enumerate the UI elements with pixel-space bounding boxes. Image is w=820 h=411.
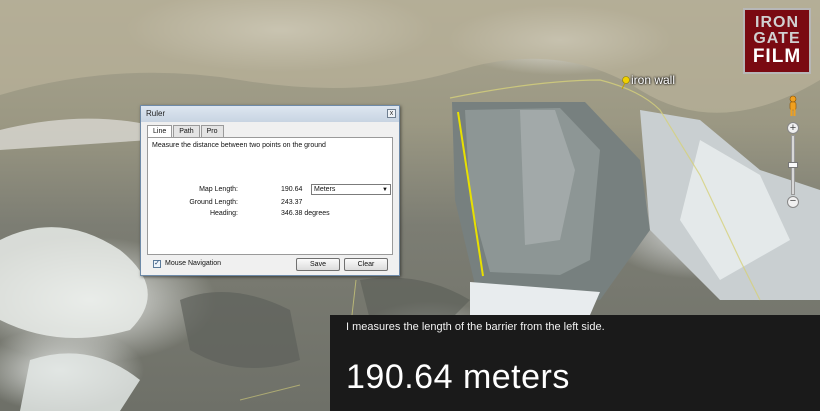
chevron-down-icon: ▼ [382,187,388,193]
ruler-description: Measure the distance between two points … [152,142,326,149]
clear-button[interactable]: Clear [344,258,388,271]
logo-line-3: FILM [752,46,802,67]
ruler-dialog: Ruler x Line Path Pro Measure the distan… [140,105,400,276]
caption-headline: 190.64 meters [346,358,570,396]
map-length-value: 190.64 [281,186,303,193]
zoom-out-button[interactable]: − [787,196,799,208]
logo-line-1: IRON [755,14,799,31]
units-selected-value: Meters [314,186,336,193]
zoom-in-button[interactable]: + [787,122,799,134]
tab-pro[interactable]: Pro [200,125,224,137]
close-button[interactable]: x [387,109,396,118]
pushpin-icon[interactable] [620,76,630,90]
tab-path[interactable]: Path [173,125,200,137]
ruler-line-panel: Measure the distance between two points … [147,137,393,255]
caption-overlay: I measures the length of the barrier fro… [330,315,820,411]
caption-subtitle: I measures the length of the barrier fro… [346,321,605,333]
mouse-navigation-label: Mouse Navigation [165,260,222,267]
heading-value: 346.38 degrees [281,210,330,217]
save-button[interactable]: Save [296,258,340,271]
ruler-tabs: Line Path Pro [147,125,225,138]
ruler-title: Ruler [146,109,166,118]
units-select[interactable]: Meters ▼ [311,184,391,195]
placemark-label[interactable]: iron wall [631,73,675,87]
heading-label: Heading: [209,210,238,217]
map-length-label: Map Length: [199,186,238,193]
logo-line-2: GATE [753,30,801,47]
ruler-titlebar[interactable]: Ruler x [141,106,399,122]
ground-length-label: Ground Length: [189,199,238,206]
iron-gate-film-logo: IRON GATE FILM [743,8,811,74]
zoom-slider-thumb[interactable] [788,162,798,168]
street-view-person-icon[interactable] [786,95,800,117]
mouse-navigation-checkbox[interactable]: ✓ [153,260,161,268]
ground-length-value: 243.37 [281,199,303,206]
